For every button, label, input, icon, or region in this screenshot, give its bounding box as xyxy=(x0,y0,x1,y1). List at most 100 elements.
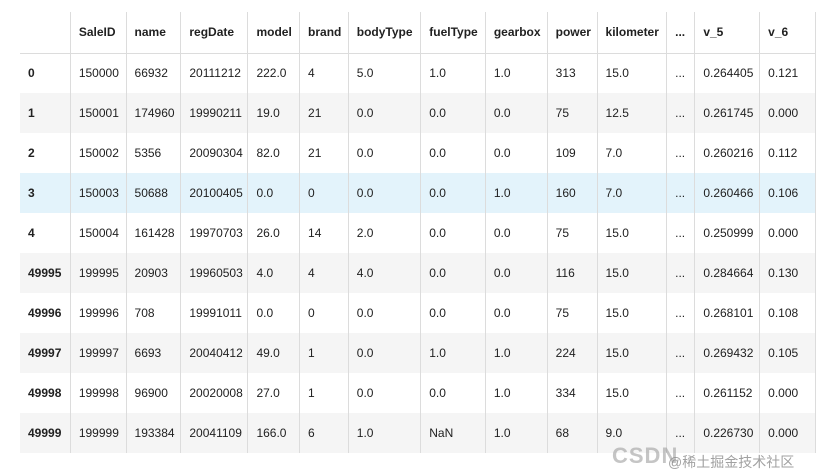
table-cell: 0.0 xyxy=(247,293,301,333)
table-cell: 0.0 xyxy=(420,213,486,253)
table-cell: 0.260466 xyxy=(694,173,761,213)
table-cell: 0.0 xyxy=(485,293,548,333)
table-cell: 19960503 xyxy=(180,253,249,293)
row-index: 1 xyxy=(20,93,71,133)
table-cell: 0.0 xyxy=(485,133,548,173)
table-cell: 4.0 xyxy=(348,253,422,293)
table-cell: 0.0 xyxy=(485,213,548,253)
table-row: 2 150002 5356 20090304 82.0 21 0.0 0.0 0.0 109 7.0… xyxy=(20,133,816,173)
table-cell: 2.0 xyxy=(348,213,422,253)
table-row: 49996 199996 708 19991011 0.0 0 0.0 0.0 0.0 75 15.… xyxy=(20,293,816,333)
table-cell: 199996 xyxy=(70,293,127,333)
table-cell: 161428 xyxy=(126,213,182,253)
table-cell: 5.0 xyxy=(348,53,422,93)
table-cell: 1.0 xyxy=(485,173,548,213)
table-cell: 0.112 xyxy=(759,133,816,173)
table-cell: 75 xyxy=(547,213,598,253)
table-cell: 224 xyxy=(547,333,598,373)
table-cell: ... xyxy=(666,93,696,133)
column-header: bodyType xyxy=(348,12,422,54)
table-cell: 313 xyxy=(547,53,598,93)
table-cell: 9.0 xyxy=(597,413,668,453)
table-cell: 75 xyxy=(547,93,598,133)
table-cell: 0.0 xyxy=(420,253,486,293)
table-cell: 68 xyxy=(547,413,598,453)
table-cell: 6 xyxy=(299,413,349,453)
table-cell: 150003 xyxy=(70,173,127,213)
table-cell: 20041109 xyxy=(180,413,249,453)
table-cell: 0.0 xyxy=(348,133,422,173)
table-cell: 19990211 xyxy=(180,93,249,133)
table-cell: 4 xyxy=(299,253,349,293)
column-header: regDate xyxy=(180,12,249,54)
table-cell: 708 xyxy=(126,293,182,333)
row-index: 49995 xyxy=(20,253,71,293)
table-cell: 166.0 xyxy=(247,413,301,453)
row-index: 49999 xyxy=(20,413,71,453)
table-cell: 7.0 xyxy=(597,133,668,173)
table-cell: 0.0 xyxy=(348,333,422,373)
table-cell: 75 xyxy=(547,293,598,333)
table-cell: 0.0 xyxy=(348,93,422,133)
table-cell: 20020008 xyxy=(180,373,249,413)
table-cell: 0.0 xyxy=(348,293,422,333)
table-cell: 0.0 xyxy=(420,373,486,413)
table-cell: 6693 xyxy=(126,333,182,373)
table-row: 49997 199997 6693 20040412 49.0 1 0.0 1.0 1.0 224… xyxy=(20,333,816,373)
column-header: fuelType xyxy=(420,12,486,54)
row-index: 49996 xyxy=(20,293,71,333)
table-cell: ... xyxy=(666,53,696,93)
table-cell: ... xyxy=(666,333,696,373)
table-cell: 49.0 xyxy=(247,333,301,373)
table-cell: 21 xyxy=(299,93,349,133)
table-cell: 109 xyxy=(547,133,598,173)
table-cell: 96900 xyxy=(126,373,182,413)
table-cell: 1.0 xyxy=(485,373,548,413)
table-cell: 0.108 xyxy=(759,293,816,333)
table-cell: 199997 xyxy=(70,333,127,373)
table-cell: 199995 xyxy=(70,253,127,293)
column-header: SaleID xyxy=(70,12,127,54)
table-cell: 193384 xyxy=(126,413,182,453)
table-cell: 66932 xyxy=(126,53,182,93)
table-cell: 0.000 xyxy=(759,93,816,133)
table-cell: 222.0 xyxy=(247,53,301,93)
table-cell: 1.0 xyxy=(485,53,548,93)
row-index: 3 xyxy=(20,173,71,213)
table-row: 49995 199995 20903 19960503 4.0 4 4.0 0.0 0.0 116… xyxy=(20,253,816,293)
table-cell: 0.000 xyxy=(759,373,816,413)
watermark-caption: @稀土掘金技术社区 xyxy=(668,454,795,470)
table-cell: 0.106 xyxy=(759,173,816,213)
dataframe-output: SaleID name regDate model brand bodyType fuelT… xyxy=(0,0,816,475)
table-cell: 1.0 xyxy=(420,53,486,93)
table-row: 0 150000 66932 20111212 222.0 4 5.0 1.0 1.0 313 15… xyxy=(20,53,816,93)
table-cell: 1 xyxy=(299,373,349,413)
table-cell: 50688 xyxy=(126,173,182,213)
table-cell: ... xyxy=(666,293,696,333)
table-cell: ... xyxy=(666,373,696,413)
table-cell: ... xyxy=(666,213,696,253)
table-cell: 15.0 xyxy=(597,333,668,373)
table-cell: 0 xyxy=(299,173,349,213)
column-header: gearbox xyxy=(485,12,548,54)
table-row: 4 150004 161428 19970703 26.0 14 2.0 0.0 0.0 75 15… xyxy=(20,213,816,253)
table-body: 0 150000 66932 20111212 222.0 4 5.0 1.0 1.0 313 15… xyxy=(20,53,816,453)
table-cell: 150001 xyxy=(70,93,127,133)
table-cell: 150004 xyxy=(70,213,127,253)
table-cell: 0.121 xyxy=(759,53,816,93)
table-cell: 0.105 xyxy=(759,333,816,373)
table-cell: 0.0 xyxy=(420,133,486,173)
table-cell: 15.0 xyxy=(597,293,668,333)
table-cell: 15.0 xyxy=(597,253,668,293)
table-cell: 27.0 xyxy=(247,373,301,413)
table-cell: 0.261152 xyxy=(694,373,761,413)
table-cell: 1.0 xyxy=(420,333,486,373)
table-cell: 19.0 xyxy=(247,93,301,133)
table-cell: 0.0 xyxy=(420,293,486,333)
table-cell: 0.000 xyxy=(759,213,816,253)
column-header: model xyxy=(247,12,301,54)
row-index: 2 xyxy=(20,133,71,173)
table-cell: 0.0 xyxy=(420,93,486,133)
table-cell: 19970703 xyxy=(180,213,249,253)
dataframe-table: SaleID name regDate model brand bodyType fuelT… xyxy=(20,12,816,453)
